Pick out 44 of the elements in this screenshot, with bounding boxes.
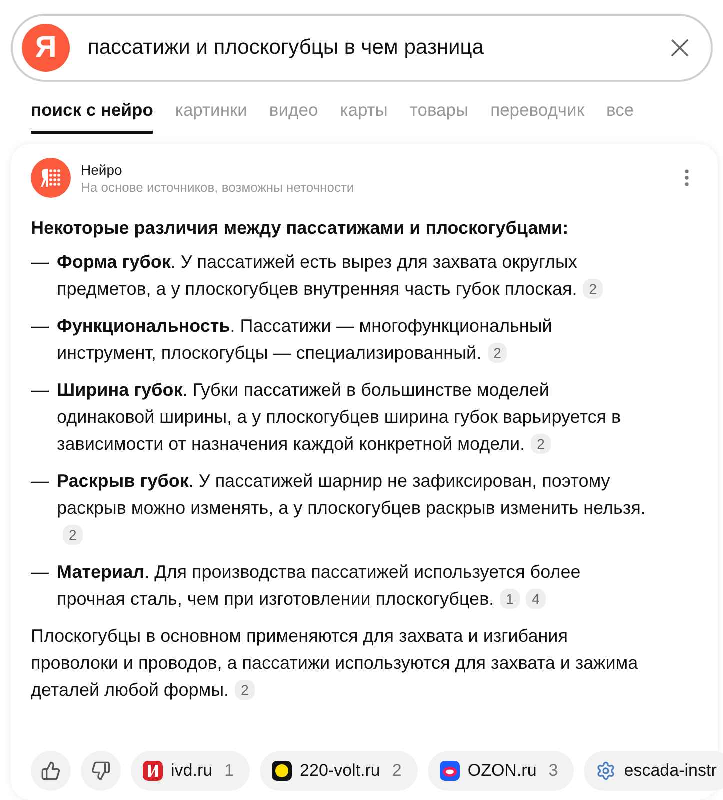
citation-badge[interactable]: 2	[488, 343, 508, 363]
citation-badge[interactable]: 2	[63, 525, 83, 545]
source-chip[interactable]: ivd.ru 1	[131, 751, 250, 791]
tab[interactable]: поиск с нейро	[31, 96, 154, 134]
list-item-text: Форма губок. У пассатижей есть вырез для захвата округлых предметов, а у плоскогубцев внутренняя часть губок плоская. 2	[57, 249, 651, 303]
list-item-text: Ширина губок. Губки пассатижей в большинстве моделей одинаковой ширины, а у плоскогубцев ширина губок варьируется в зависимости от назначения каждой конкретной модели. 2	[57, 379, 622, 456]
source-icon	[143, 761, 163, 781]
tab[interactable]: видео	[269, 96, 318, 134]
dash: —	[31, 251, 49, 274]
search-field[interactable]: пассатижи и плоскогубцы в чем разница	[86, 35, 649, 61]
list-item-text: Раскрыв губок. У пассатижей шарнир не зафиксирован, поэтому раскрыв можно изменять, а у плоскогубцев раскрыв изменить нельзя. 2	[57, 470, 647, 547]
tab[interactable]: все	[606, 96, 634, 134]
answer-heading: Некоторые различия между пассатижами и плоскогубцами:	[31, 218, 570, 239]
source-chip[interactable]: OZON.ru 3	[428, 751, 574, 791]
logo[interactable]: Я	[22, 24, 70, 72]
tab[interactable]: картинки	[175, 96, 248, 134]
source-icon	[440, 761, 460, 781]
source-note: На основе источников, возможны неточности	[81, 180, 356, 194]
dash: —	[31, 470, 49, 493]
summary-text: Плоскогубцы в основном применяются для захвата и изгибания проволоки и проводов, а пассатижи используются для захвата и зажима деталей любой формы. 2	[31, 625, 640, 702]
sun-icon	[272, 761, 292, 781]
dash: —	[31, 379, 49, 402]
source-chip[interactable]: escada-instr	[584, 751, 723, 791]
citation-badge[interactable]: 2	[583, 279, 604, 299]
source-name: Нейро	[81, 162, 124, 178]
search-bar[interactable]: Я пассатижи и плоскогубцы в чем разница	[11, 14, 713, 82]
like-button[interactable]	[31, 751, 71, 791]
citation-badge[interactable]: 4	[526, 589, 546, 609]
dislike-button[interactable]	[81, 751, 121, 791]
dash: —	[31, 561, 49, 584]
citation-badge[interactable]: 1	[500, 589, 520, 609]
logo-icon	[31, 158, 71, 198]
source-chip[interactable]: 220-volt.ru 2	[260, 751, 418, 791]
tab[interactable]: товары	[410, 96, 469, 134]
citation-badge[interactable]: 2	[531, 434, 551, 454]
tab[interactable]: переводчик	[490, 96, 584, 134]
thumbs-down-icon	[91, 761, 111, 781]
tab[interactable]: карты	[340, 96, 388, 134]
dash: —	[31, 315, 49, 338]
gear-icon	[596, 761, 616, 781]
list-item-text: Функциональность. Пассатижи — многофункциональный инструмент, плоскогубцы — специализированный. 2	[57, 315, 554, 365]
list-item-text: Материал. Для производства пассатижей используется более прочная сталь, чем при изготовлении плоскогубцев. 1 4	[57, 561, 582, 611]
citation-badge[interactable]: 2	[235, 680, 255, 700]
thumbs-up-icon	[41, 761, 61, 781]
